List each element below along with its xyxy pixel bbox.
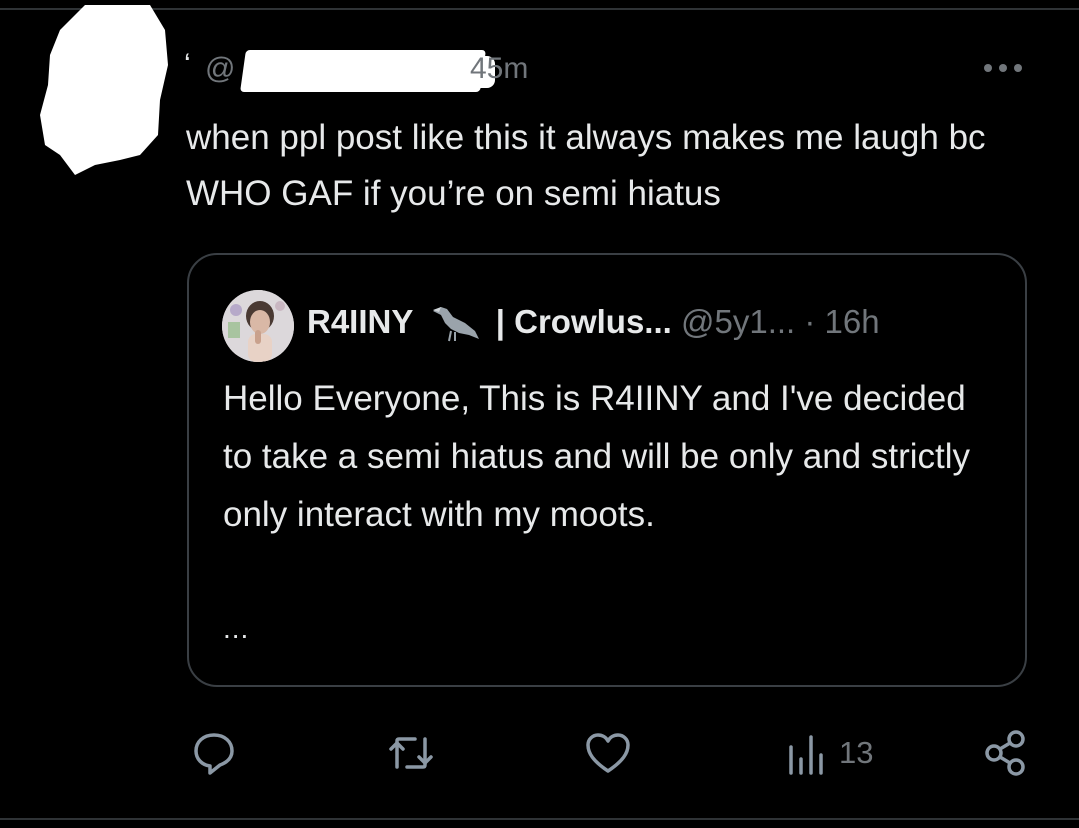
quoted-truncation-ellipsis: ... [223, 613, 250, 644]
share-button[interactable] [982, 725, 1028, 781]
quoted-author-display-suffix[interactable]: | Crowlus... [496, 303, 672, 340]
share-icon [985, 730, 1025, 776]
heart-icon [586, 733, 630, 773]
tweet-timestamp[interactable]: 45m [470, 52, 528, 86]
reply-icon [194, 733, 234, 775]
views-count: 13 [839, 735, 874, 770]
like-button[interactable] [583, 725, 633, 781]
retweet-icon [389, 737, 433, 769]
crow-icon [432, 307, 479, 342]
more-options-icon[interactable] [984, 60, 1026, 76]
views-chart-icon [789, 735, 823, 775]
header-quote-mark: ‘ [184, 48, 191, 81]
quoted-author-handle[interactable]: @5y1... [681, 303, 795, 340]
quoted-tweet-text: Hello Everyone, This is R4IINY and I've … [223, 379, 971, 534]
quoted-tweet-card[interactable]: R4IINY | Crowlus... @5y1... · 16h Hello … [187, 253, 1027, 687]
quoted-separator: · [804, 303, 816, 340]
views-button[interactable]: 13 [785, 725, 873, 781]
tweet-text: when ppl post like this it always makes … [186, 118, 986, 213]
quoted-tweet-header: R4IINY | Crowlus... @5y1... · 16h [307, 301, 880, 343]
reply-button[interactable] [190, 725, 238, 781]
quoted-author-name[interactable]: R4IINY [307, 303, 413, 340]
retweet-button[interactable] [385, 725, 437, 781]
quoted-timestamp[interactable]: 16h [825, 303, 880, 340]
quoted-author-avatar[interactable] [222, 290, 294, 362]
redacted-avatar[interactable] [40, 5, 170, 175]
tweet-action-bar: 13 [0, 725, 1079, 785]
bottom-divider [0, 818, 1079, 820]
author-handle-prefix[interactable]: @ [205, 52, 235, 86]
redacted-username [240, 50, 486, 92]
